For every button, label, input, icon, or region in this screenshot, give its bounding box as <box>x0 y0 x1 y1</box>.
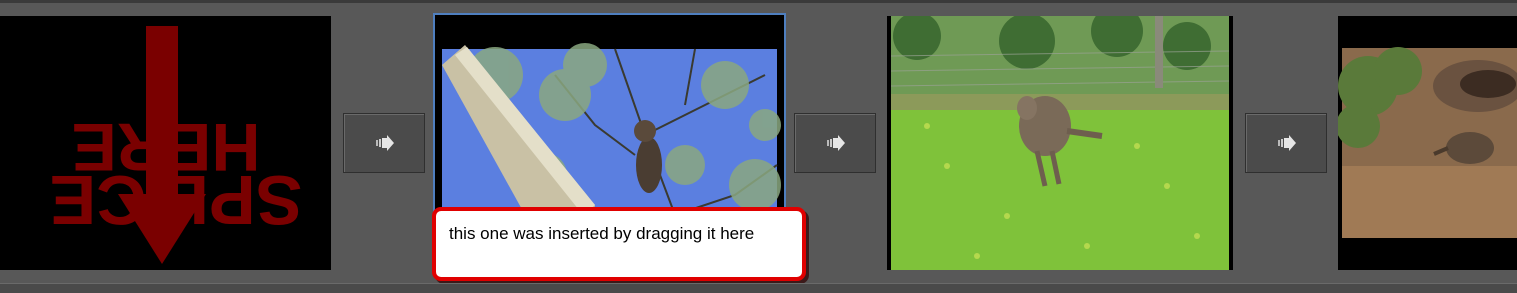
splice-here-clip[interactable]: HERE SPLICE <box>0 16 331 270</box>
kangaroo-video-frame <box>887 16 1233 270</box>
annotation-callout: this one was inserted by dragging it her… <box>432 207 806 281</box>
kangaroo-clip[interactable] <box>887 16 1233 270</box>
transition-3[interactable] <box>1245 113 1327 173</box>
splice-here-graphic: HERE SPLICE <box>0 16 331 270</box>
arrow-right-icon <box>1278 135 1296 151</box>
splice-arrow-shaft <box>146 26 178 206</box>
transition-1[interactable] <box>343 113 425 173</box>
transition-2[interactable] <box>794 113 876 173</box>
echidna-clip[interactable] <box>1338 16 1517 270</box>
arrow-right-icon <box>376 135 394 151</box>
echidna-video-frame <box>1338 16 1517 270</box>
callout-text: this one was inserted by dragging it her… <box>449 224 755 243</box>
timeline-top-edge <box>0 0 1517 3</box>
arrow-right-icon <box>827 135 845 151</box>
